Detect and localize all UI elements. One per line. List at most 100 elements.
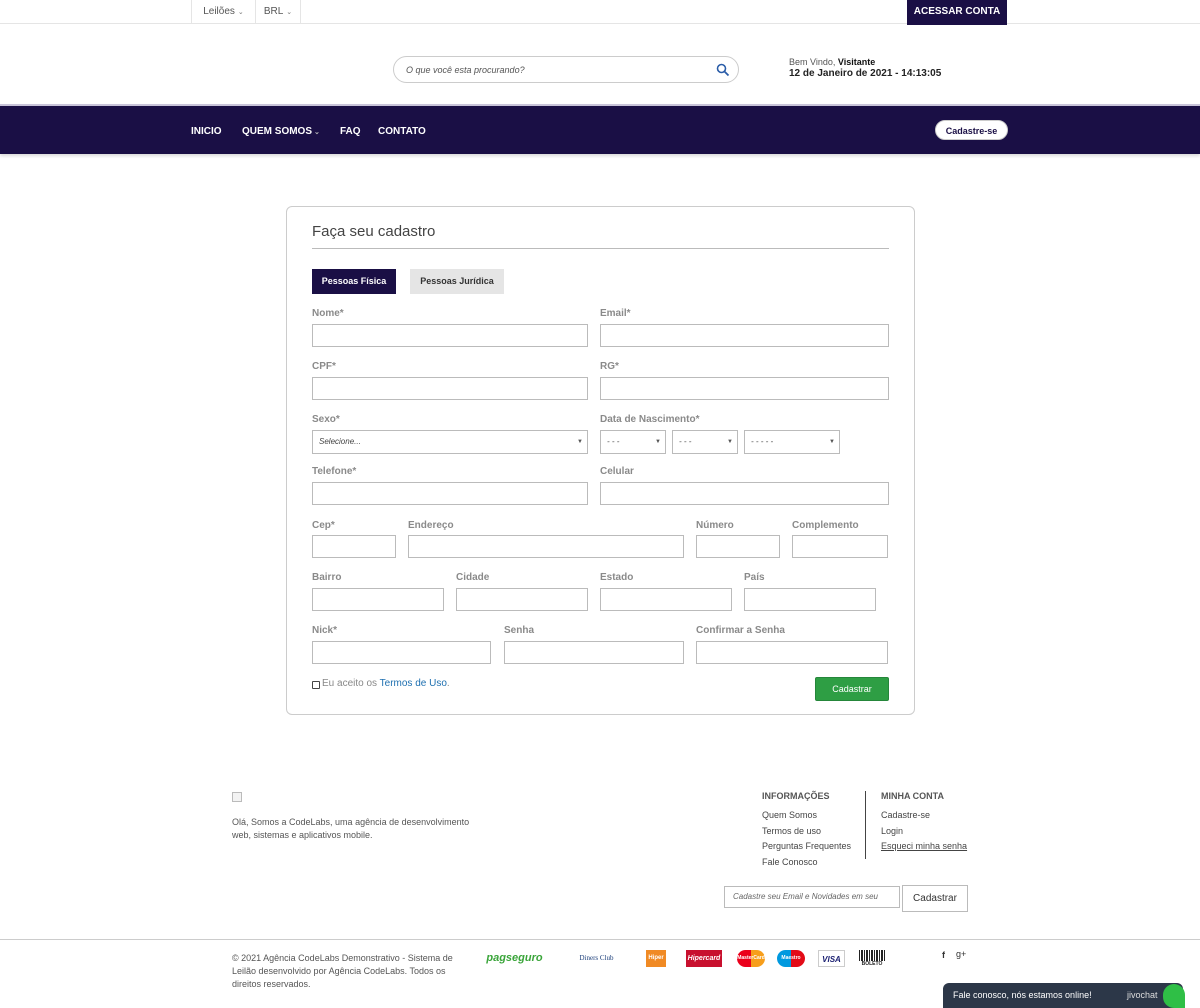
footer-link-esqueci-senha[interactable]: Esqueci minha senha (881, 841, 967, 851)
hiper-logo: Hiper (646, 950, 666, 967)
caret-down-icon: ▼ (727, 439, 733, 445)
broken-logo-image (232, 792, 242, 802)
caret-down-icon: ▼ (655, 439, 661, 445)
chevron-down-icon: ⌄ (314, 129, 320, 136)
terms-text: Eu aceito os Termos de Uso. (322, 678, 450, 689)
submit-button[interactable]: Cadastrar (815, 677, 889, 701)
top-bar: Leilões ⌄ BRL ⌄ ACESSAR CONTA (0, 0, 1200, 25)
mes-select[interactable]: - - - ▼ (672, 430, 738, 454)
account-title: MINHA CONTA (881, 791, 944, 801)
telefone-field[interactable] (312, 482, 588, 505)
terms-checkbox[interactable] (312, 681, 320, 689)
access-account-button[interactable]: ACESSAR CONTA (907, 0, 1007, 25)
cidade-field[interactable] (456, 588, 588, 611)
diners-club-logo: Diners Club (579, 954, 614, 962)
nav-item-contato[interactable]: CONTATO (378, 126, 426, 137)
currency-dropdown[interactable]: BRL ⌄ (255, 0, 301, 24)
nav-item-label: CONTATO (378, 126, 426, 137)
divider (312, 248, 889, 249)
confirmar-senha-label: Confirmar a Senha (696, 625, 785, 636)
footer-link-quem-somos[interactable]: Quem Somos (762, 810, 817, 820)
celular-label: Celular (600, 466, 634, 477)
auctions-dropdown[interactable]: Leilões ⌄ (191, 0, 255, 24)
search-bar (393, 56, 739, 83)
rg-field[interactable] (600, 377, 889, 400)
nick-field[interactable] (312, 641, 491, 664)
current-datetime: 12 de Janeiro de 2021 - 14:13:05 (789, 68, 942, 79)
nick-label: Nick* (312, 625, 338, 636)
celular-field[interactable] (600, 482, 889, 505)
cpf-field[interactable] (312, 377, 588, 400)
newsletter-email-input[interactable]: Cadastre seu Email e Novidades em seu (724, 886, 900, 908)
copyright-text: © 2021 Agência CodeLabs Demonstrativo - … (232, 953, 453, 989)
footer-link-cadastre-se[interactable]: Cadastre-se (881, 810, 930, 820)
registration-card: Faça seu cadastro Pessoas Física Pessoas… (286, 206, 915, 715)
welcome-prefix: Bem Vindo, (789, 57, 836, 67)
chat-widget[interactable]: Fale conosco, nós estamos online! jivoch… (943, 983, 1183, 1008)
about-text: Olá, Somos a CodeLabs, uma agência de de… (232, 817, 470, 840)
ano-selected: - - - - - (751, 437, 774, 446)
caret-down-icon: ▼ (829, 439, 835, 445)
sexo-selected: Selecione... (319, 437, 361, 446)
chevron-down-icon: ⌄ (286, 9, 293, 16)
dia-select[interactable]: - - - ▼ (600, 430, 666, 454)
info-title: INFORMAÇÕES (762, 791, 830, 801)
chat-bubble-icon[interactable] (1163, 984, 1185, 1008)
footer-link-termos[interactable]: Termos de uso (762, 826, 821, 836)
page-title: Faça seu cadastro (312, 223, 436, 240)
pais-field[interactable] (744, 588, 876, 611)
sexo-label: Sexo* (312, 414, 340, 425)
welcome-user: Visitante (837, 57, 876, 67)
chevron-down-icon: ⌄ (237, 9, 244, 16)
nav-item-faq[interactable]: FAQ (340, 126, 361, 137)
footer-link-login[interactable]: Login (881, 826, 903, 836)
nav-item-quem-somos[interactable]: QUEM SOMOS ⌄ (242, 126, 320, 137)
footer-divider (865, 791, 866, 859)
terms-link[interactable]: Termos de Uso (380, 678, 447, 689)
rg-label: RG* (600, 361, 619, 372)
tab-pessoa-juridica[interactable]: Pessoas Jurídica (410, 269, 504, 294)
pagseguro-logo: pagseguro (486, 952, 543, 964)
complemento-label: Complemento (792, 520, 859, 531)
tab-pessoa-fisica[interactable]: Pessoas Física (312, 269, 396, 294)
confirmar-senha-field[interactable] (696, 641, 888, 664)
auctions-label: Leilões (203, 6, 235, 17)
visa-logo: VISA (818, 950, 845, 967)
senha-field[interactable] (504, 641, 684, 664)
email-field[interactable] (600, 324, 889, 347)
endereco-field[interactable] (408, 535, 684, 558)
google-plus-icon[interactable]: g+ (956, 949, 966, 959)
footer-divider-line (0, 939, 1200, 940)
endereco-label: Endereço (408, 520, 454, 531)
search-input[interactable] (406, 62, 706, 78)
dia-selected: - - - (607, 437, 620, 446)
nav-item-label: QUEM SOMOS (242, 126, 313, 137)
numero-field[interactable] (696, 535, 780, 558)
telefone-label: Telefone* (312, 466, 357, 477)
complemento-field[interactable] (792, 535, 888, 558)
newsletter-submit-button[interactable]: Cadastrar (902, 885, 968, 912)
cep-field[interactable] (312, 535, 396, 558)
sexo-select[interactable]: Selecione... ▼ (312, 430, 588, 454)
facebook-icon[interactable]: f (942, 950, 945, 960)
cpf-label: CPF* (312, 361, 336, 372)
nome-field[interactable] (312, 324, 588, 347)
search-icon[interactable] (716, 63, 730, 77)
footer-link-fale-conosco[interactable]: Fale Conosco (762, 857, 818, 867)
cidade-label: Cidade (456, 572, 490, 583)
signup-button[interactable]: Cadastre-se (935, 120, 1008, 140)
welcome-text: Bem Vindo, Visitante (789, 57, 875, 67)
estado-field[interactable] (600, 588, 732, 611)
boleto-logo: BOLETO (859, 950, 885, 967)
maestro-logo: Maestro (777, 950, 805, 967)
mes-selected: - - - (679, 437, 692, 446)
ano-select[interactable]: - - - - - ▼ (744, 430, 840, 454)
nav-item-inicio[interactable]: INICIO (191, 126, 222, 137)
terms-prefix: Eu aceito os (322, 678, 380, 689)
email-label: Email* (600, 308, 631, 319)
bairro-field[interactable] (312, 588, 444, 611)
footer-link-faq[interactable]: Perguntas Frequentes (762, 841, 851, 851)
mastercard-logo: MasterCard (737, 950, 765, 967)
bairro-label: Bairro (312, 572, 342, 583)
numero-label: Número (696, 520, 734, 531)
